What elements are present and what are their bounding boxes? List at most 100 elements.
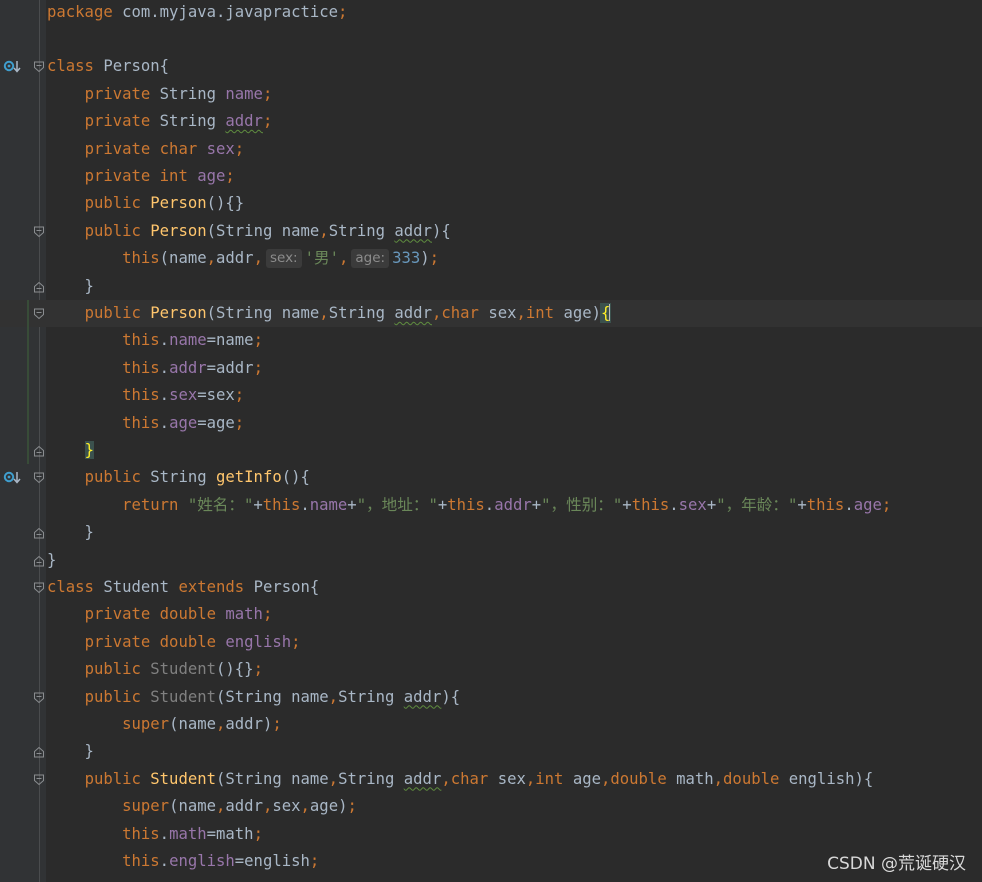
override-method-icon[interactable] [3,59,23,75]
fold-end-icon[interactable] [33,281,45,293]
code-line[interactable]: class Person{ [0,53,982,80]
code-text[interactable]: class Person{ [47,53,169,80]
code-line[interactable]: class Student extends Person{ [0,574,982,601]
code-token: 333 [392,249,421,268]
fold-collapse-icon[interactable] [33,226,45,238]
code-text[interactable]: } [47,437,94,464]
code-line[interactable]: package com.myjava.javapractice; [0,0,982,26]
code-line[interactable]: this(name,addr, sex: '男', age: 333); [0,245,982,272]
code-text[interactable]: public Student(){}; [47,656,263,683]
code-line[interactable]: this.name=name; [0,327,982,354]
code-text[interactable]: return "姓名："+this.name+"，地址："+this.addr+… [47,492,891,519]
fold-collapse-icon[interactable] [33,692,45,704]
code-token: addr [403,769,442,788]
code-token: extends [178,577,254,596]
fold-collapse-icon[interactable] [33,308,45,320]
code-token: Person{ [253,577,320,596]
code-line[interactable]: private String name; [0,81,982,108]
code-text[interactable]: private String name; [47,81,273,108]
code-text[interactable]: this.name=name; [47,327,263,354]
code-line[interactable]: super(name,addr,sex,age); [0,793,982,820]
fold-end-icon[interactable] [33,746,45,758]
fold-end-icon[interactable] [33,527,45,539]
code-token: ; [253,824,263,843]
code-text[interactable]: private char sex; [47,136,245,163]
code-line[interactable]: private int age; [0,163,982,190]
code-text[interactable]: } [47,738,94,765]
code-token: this [806,495,845,514]
fold-collapse-icon[interactable] [33,582,45,594]
code-text[interactable]: private int age; [47,163,235,190]
code-line[interactable]: this.math=math; [0,821,982,848]
code-text[interactable]: this.sex=sex; [47,382,244,409]
code-token: . [159,824,170,843]
code-text[interactable]: } [47,519,94,546]
code-text[interactable]: package com.myjava.javapractice; [47,0,347,26]
override-method-icon[interactable] [3,470,23,486]
code-text[interactable]: public Student(String name,String addr){ [47,684,461,711]
code-text[interactable]: super(name,addr); [47,711,282,738]
fold-collapse-icon[interactable] [33,61,45,73]
fold-end-icon[interactable] [33,555,45,567]
code-line[interactable]: } [0,437,982,464]
code-text[interactable]: this.age=age; [47,410,244,437]
code-line[interactable]: public Student(){}; [0,656,982,683]
code-line[interactable]: private double math; [0,601,982,628]
code-token: "，地址：" [356,495,438,514]
code-token: + [531,495,542,514]
code-token: private [84,112,160,131]
fold-collapse-icon[interactable] [33,472,45,484]
fold-collapse-icon[interactable] [33,774,45,786]
code-line[interactable]: return "姓名："+this.name+"，地址："+this.addr+… [0,492,982,519]
code-text[interactable]: public Person(String name,String addr,ch… [47,300,612,327]
code-text[interactable]: this.addr=addr; [47,355,263,382]
code-line[interactable]: } [0,738,982,765]
code-text[interactable]: private double english; [47,629,301,656]
code-line[interactable]: this.age=age; [0,410,982,437]
vcs-change-marker[interactable] [27,299,29,465]
code-token: Student [103,577,179,596]
code-line[interactable]: public Person(){} [0,190,982,217]
code-text[interactable]: public Person(String name,String addr){ [47,218,451,245]
code-text[interactable]: this(name,addr, sex: '男', age: 333); [47,245,439,272]
code-line[interactable]: private String addr; [0,108,982,135]
code-text[interactable]: } [47,273,94,300]
code-token: Person [150,221,207,240]
code-editor[interactable]: package com.myjava.javapractice; class Pe… [0,0,982,882]
code-text[interactable]: public Student(String name,String addr,c… [47,766,874,793]
code-text[interactable]: this.math=math; [47,821,263,848]
code-text[interactable]: public Person(){} [47,190,245,217]
code-token: class [47,57,104,76]
code-text[interactable]: super(name,addr,sex,age); [47,793,357,820]
code-token: Person [150,303,207,322]
code-line[interactable]: this.addr=addr; [0,355,982,382]
code-line[interactable]: } [0,547,982,574]
code-token: String [159,112,226,131]
fold-end-icon[interactable] [33,445,45,457]
code-line[interactable]: this.sex=sex; [0,382,982,409]
code-line[interactable]: public Student(String name,String addr,c… [0,766,982,793]
code-token: package [47,2,123,21]
code-text[interactable]: private String addr; [47,108,273,135]
code-text[interactable]: private double math; [47,601,273,628]
code-token: public [84,769,151,788]
code-line[interactable]: public Person(String name,String addr,ch… [0,299,982,328]
code-line[interactable]: super(name,addr); [0,711,982,738]
code-line[interactable]: private double english; [0,629,982,656]
code-line[interactable]: public Student(String name,String addr){ [0,684,982,711]
code-text[interactable]: this.english=english; [47,848,319,875]
code-token: private [84,84,160,103]
code-text[interactable]: public String getInfo(){ [47,464,310,491]
code-token: (name [159,249,207,268]
code-line[interactable]: public Person(String name,String addr){ [0,218,982,245]
code-line[interactable]: } [0,273,982,300]
code-text[interactable]: } [47,547,56,574]
code-line[interactable]: private char sex; [0,136,982,163]
code-text[interactable]: class Student extends Person{ [47,574,319,601]
code-line[interactable] [0,26,982,53]
code-line[interactable]: } [0,519,982,546]
code-line[interactable]: public String getInfo(){ [0,464,982,491]
